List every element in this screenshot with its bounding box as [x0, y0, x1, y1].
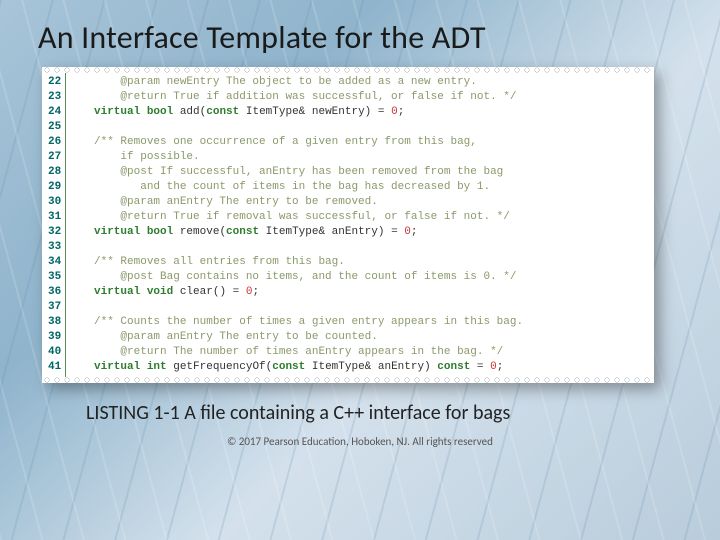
code-line: @return The number of times anEntry appe… — [74, 345, 523, 360]
line-number-gutter: 2223242526272829303132333435363738394041 — [42, 73, 66, 377]
line-number: 23 — [48, 90, 61, 105]
line-number: 34 — [48, 255, 61, 270]
line-number: 31 — [48, 210, 61, 225]
code-line: /** Removes all entries from this bag. — [74, 255, 523, 270]
code-content: @param newEntry The object to be added a… — [66, 73, 531, 377]
line-number: 29 — [48, 180, 61, 195]
code-line: @param anEntry The entry to be removed. — [74, 195, 523, 210]
line-number: 38 — [48, 315, 61, 330]
line-number: 30 — [48, 195, 61, 210]
line-number: 27 — [48, 150, 61, 165]
line-number: 24 — [48, 105, 61, 120]
line-number: 33 — [48, 240, 61, 255]
listing-caption: LISTING 1-1 A file containing a C++ inte… — [86, 401, 682, 425]
line-number: 41 — [48, 360, 61, 375]
code-line: virtual bool add(const ItemType& newEntr… — [74, 105, 523, 120]
line-number: 28 — [48, 165, 61, 180]
code-line: @post If successful, anEntry has been re… — [74, 165, 523, 180]
line-number: 39 — [48, 330, 61, 345]
code-line — [74, 240, 523, 255]
line-number: 32 — [48, 225, 61, 240]
code-line: /** Removes one occurrence of a given en… — [74, 135, 523, 150]
code-line: @post Bag contains no items, and the cou… — [74, 270, 523, 285]
line-number: 26 — [48, 135, 61, 150]
line-number: 35 — [48, 270, 61, 285]
line-number: 40 — [48, 345, 61, 360]
code-line: @param anEntry The entry to be counted. — [74, 330, 523, 345]
decorative-top-border — [42, 67, 654, 73]
code-line: @param newEntry The object to be added a… — [74, 75, 523, 90]
code-line: /** Counts the number of times a given e… — [74, 315, 523, 330]
code-line: and the count of items in the bag has de… — [74, 180, 523, 195]
code-line — [74, 300, 523, 315]
code-line: virtual bool remove(const ItemType& anEn… — [74, 225, 523, 240]
line-number: 22 — [48, 75, 61, 90]
code-line — [74, 120, 523, 135]
code-line: if possible. — [74, 150, 523, 165]
line-number: 37 — [48, 300, 61, 315]
code-body: 2223242526272829303132333435363738394041… — [42, 73, 654, 377]
decorative-bottom-border — [42, 377, 654, 383]
code-line: virtual void clear() = 0; — [74, 285, 523, 300]
line-number: 25 — [48, 120, 61, 135]
code-line: @return True if addition was successful,… — [74, 90, 523, 105]
line-number: 36 — [48, 285, 61, 300]
slide: An Interface Template for the ADT 222324… — [0, 0, 720, 540]
copyright-text: © 2017 Pearson Education, Hoboken, NJ. A… — [38, 435, 682, 448]
code-listing: 2223242526272829303132333435363738394041… — [42, 67, 654, 383]
code-line: @return True if removal was successful, … — [74, 210, 523, 225]
slide-title: An Interface Template for the ADT — [38, 18, 682, 57]
code-line: virtual int getFrequencyOf(const ItemTyp… — [74, 360, 523, 375]
